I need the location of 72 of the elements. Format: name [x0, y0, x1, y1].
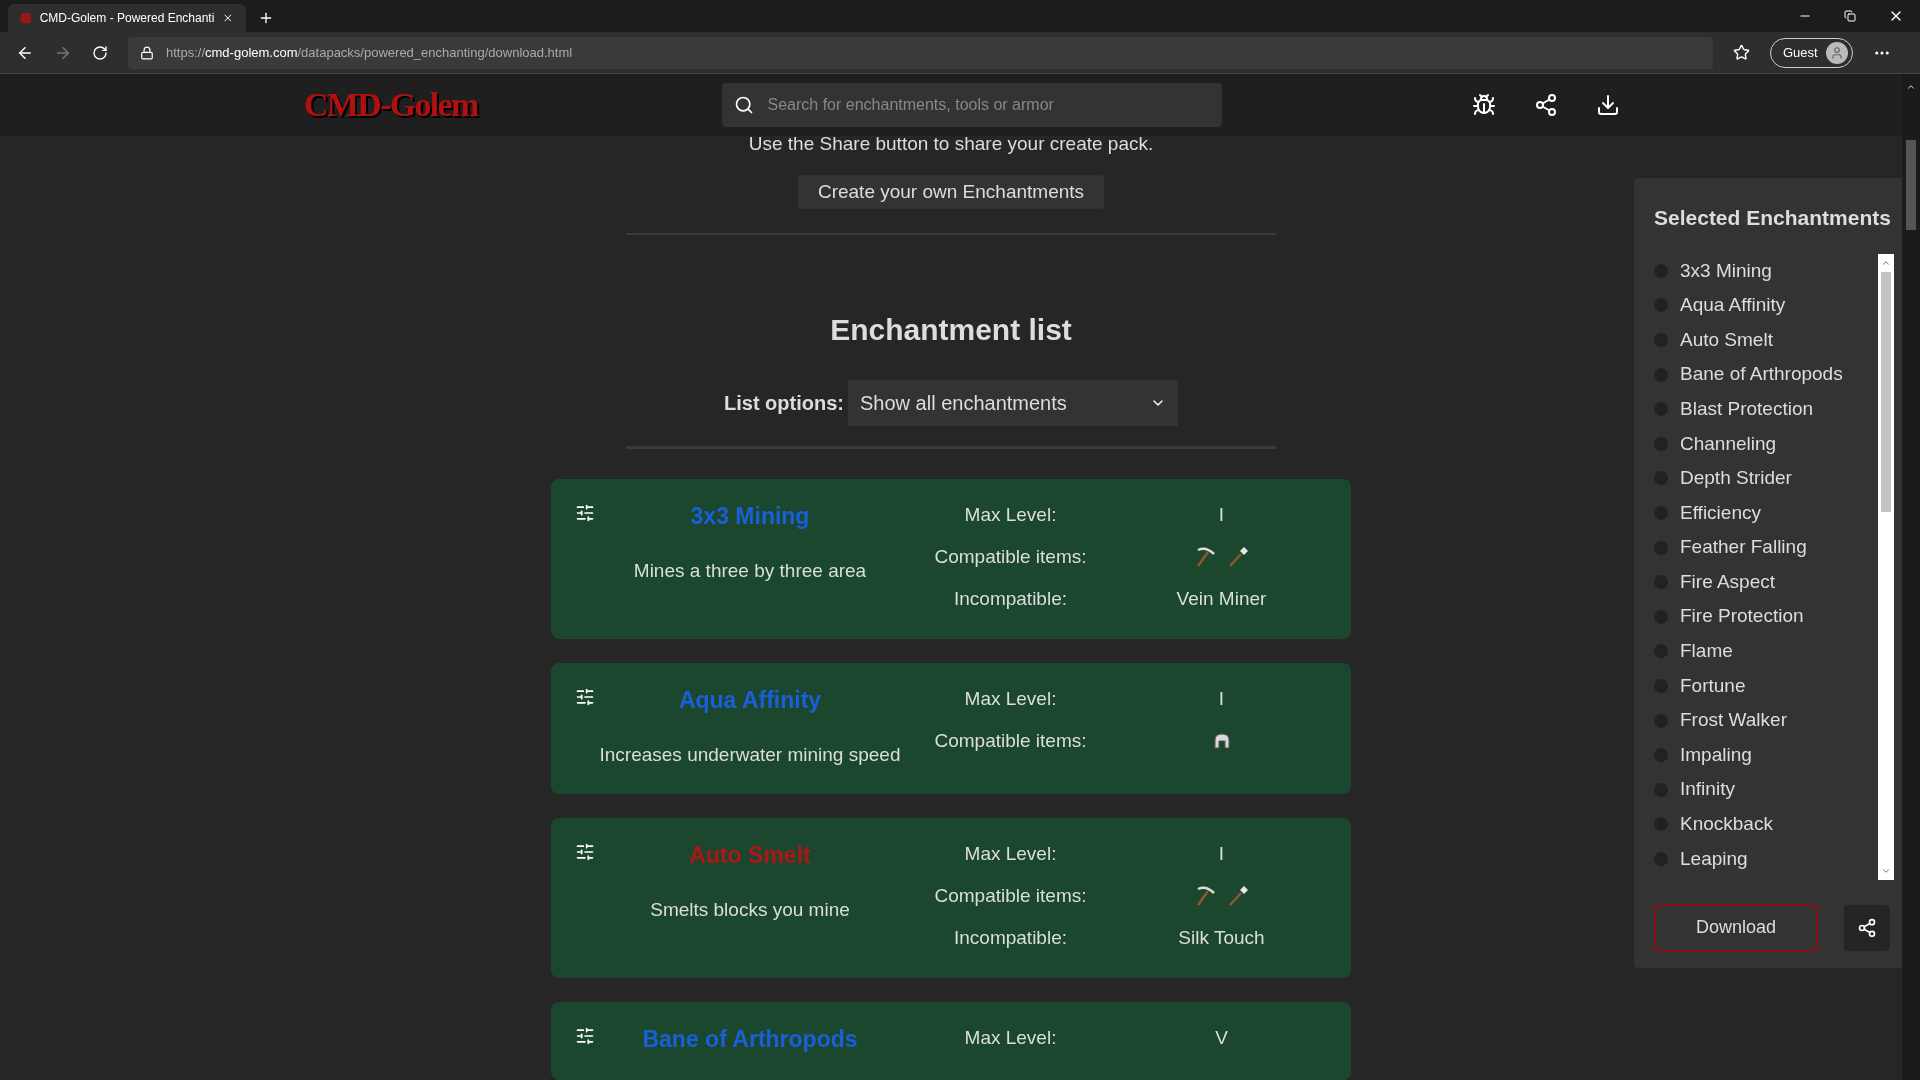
new-tab-icon[interactable] — [258, 10, 274, 26]
enchantment-option[interactable]: Depth Strider — [1680, 464, 1792, 493]
scroll-thumb[interactable] — [1881, 271, 1891, 512]
enchantment-option[interactable]: Fortune — [1680, 671, 1746, 701]
tab-title: CMD-Golem - Powered Enchanti — [39, 10, 215, 27]
property-label: Max Level: — [963, 502, 1058, 527]
settings-icon[interactable] — [575, 502, 595, 523]
property-label: Compatible items: — [933, 883, 1088, 908]
enchantment-description: Mines a three by three area — [633, 559, 867, 583]
page-scrollbar[interactable] — [1902, 74, 1920, 1080]
close-icon[interactable] — [222, 11, 234, 25]
restore-icon[interactable] — [1844, 10, 1856, 22]
enchantment-option[interactable]: Fire Protection — [1680, 602, 1804, 631]
enchantment-option[interactable]: Blast Protection — [1680, 394, 1814, 424]
property-value: V — [1214, 1025, 1229, 1050]
enchantment-option[interactable]: Auto Smelt — [1680, 325, 1773, 355]
address-bar[interactable]: https://cmd-golem.com/datapacks/powered_enchanting/download.html — [128, 36, 1713, 69]
property-value: I — [1217, 841, 1226, 866]
enchantment-option[interactable]: Knockback — [1680, 810, 1773, 839]
enchantment-option[interactable]: Aqua Affinity — [1680, 291, 1786, 320]
lock-icon — [140, 45, 154, 60]
url-text: https://cmd-golem.com/datapacks/powered_enchanting/download.html — [166, 43, 573, 62]
property-label: Max Level: — [963, 841, 1058, 866]
enchantment-option[interactable]: Channeling — [1680, 429, 1777, 458]
enchantment-option[interactable]: 3x3 Mining — [1680, 256, 1772, 286]
panel-title: Selected Enchantments — [1654, 205, 1892, 231]
enchantment-option[interactable]: Efficiency — [1680, 498, 1761, 528]
property-value: I — [1217, 502, 1226, 527]
enchantment-option[interactable]: Infinity — [1680, 775, 1735, 804]
helmet-icon — [1212, 731, 1231, 750]
property-value: Vein Miner — [1175, 586, 1268, 611]
share-icon — [1857, 917, 1877, 938]
property-value: I — [1217, 686, 1226, 711]
favicon-icon — [20, 11, 32, 25]
section-heading: Enchantment list — [830, 312, 1072, 349]
scroll-thumb[interactable] — [1906, 140, 1916, 230]
list-options-select[interactable]: Show all enchantments — [848, 380, 1178, 427]
intro-text: Use the Share button to share your create pack. — [748, 136, 1154, 156]
enchantment-description: Increases underwater mining speed — [599, 743, 901, 767]
property-label: Incompatible: — [953, 586, 1068, 611]
settings-icon[interactable] — [575, 1025, 595, 1046]
download-icon[interactable] — [1595, 93, 1620, 117]
enchantment-option[interactable]: Feather Falling — [1680, 533, 1807, 562]
settings-icon[interactable] — [575, 686, 595, 707]
share-icon[interactable] — [1533, 93, 1558, 117]
enchantment-option[interactable]: Leaping — [1680, 844, 1748, 874]
browser-tab[interactable]: CMD-Golem - Powered Enchanti — [8, 4, 246, 32]
enchantment-option[interactable]: Bane of Arthropods — [1680, 360, 1843, 389]
share-button[interactable] — [1844, 904, 1890, 951]
property-label: Max Level: — [963, 1025, 1058, 1050]
bug-icon[interactable] — [1471, 93, 1496, 117]
property-value: Silk Touch — [1177, 925, 1266, 950]
avatar-icon — [1825, 41, 1848, 64]
enchantment-option[interactable]: Frost Walker — [1680, 706, 1787, 735]
create-button[interactable]: Create your own Enchantments — [797, 174, 1105, 209]
scrollbar[interactable] — [1878, 253, 1894, 880]
search-icon — [733, 95, 754, 115]
favorites-icon[interactable] — [1733, 44, 1750, 61]
property-label: Incompatible: — [953, 925, 1068, 950]
enchantment-description: Smelts blocks you mine — [650, 898, 850, 922]
list-options-label: List options: — [724, 391, 844, 417]
enchantment-option[interactable]: Fire Aspect — [1680, 567, 1776, 597]
enchantment-option[interactable]: Flame — [1680, 637, 1733, 666]
property-label: Compatible items: — [933, 544, 1088, 569]
property-label: Max Level: — [963, 686, 1058, 711]
settings-icon[interactable] — [575, 841, 595, 862]
enchantment-option[interactable]: Impaling — [1680, 740, 1752, 770]
download-button[interactable]: Download — [1654, 903, 1818, 952]
scroll-up-icon[interactable] — [1906, 82, 1916, 92]
property-label: Compatible items: — [933, 728, 1088, 753]
reload-icon[interactable] — [92, 44, 108, 61]
search-field[interactable]: Search for enchantments, tools or armor — [721, 83, 1222, 127]
